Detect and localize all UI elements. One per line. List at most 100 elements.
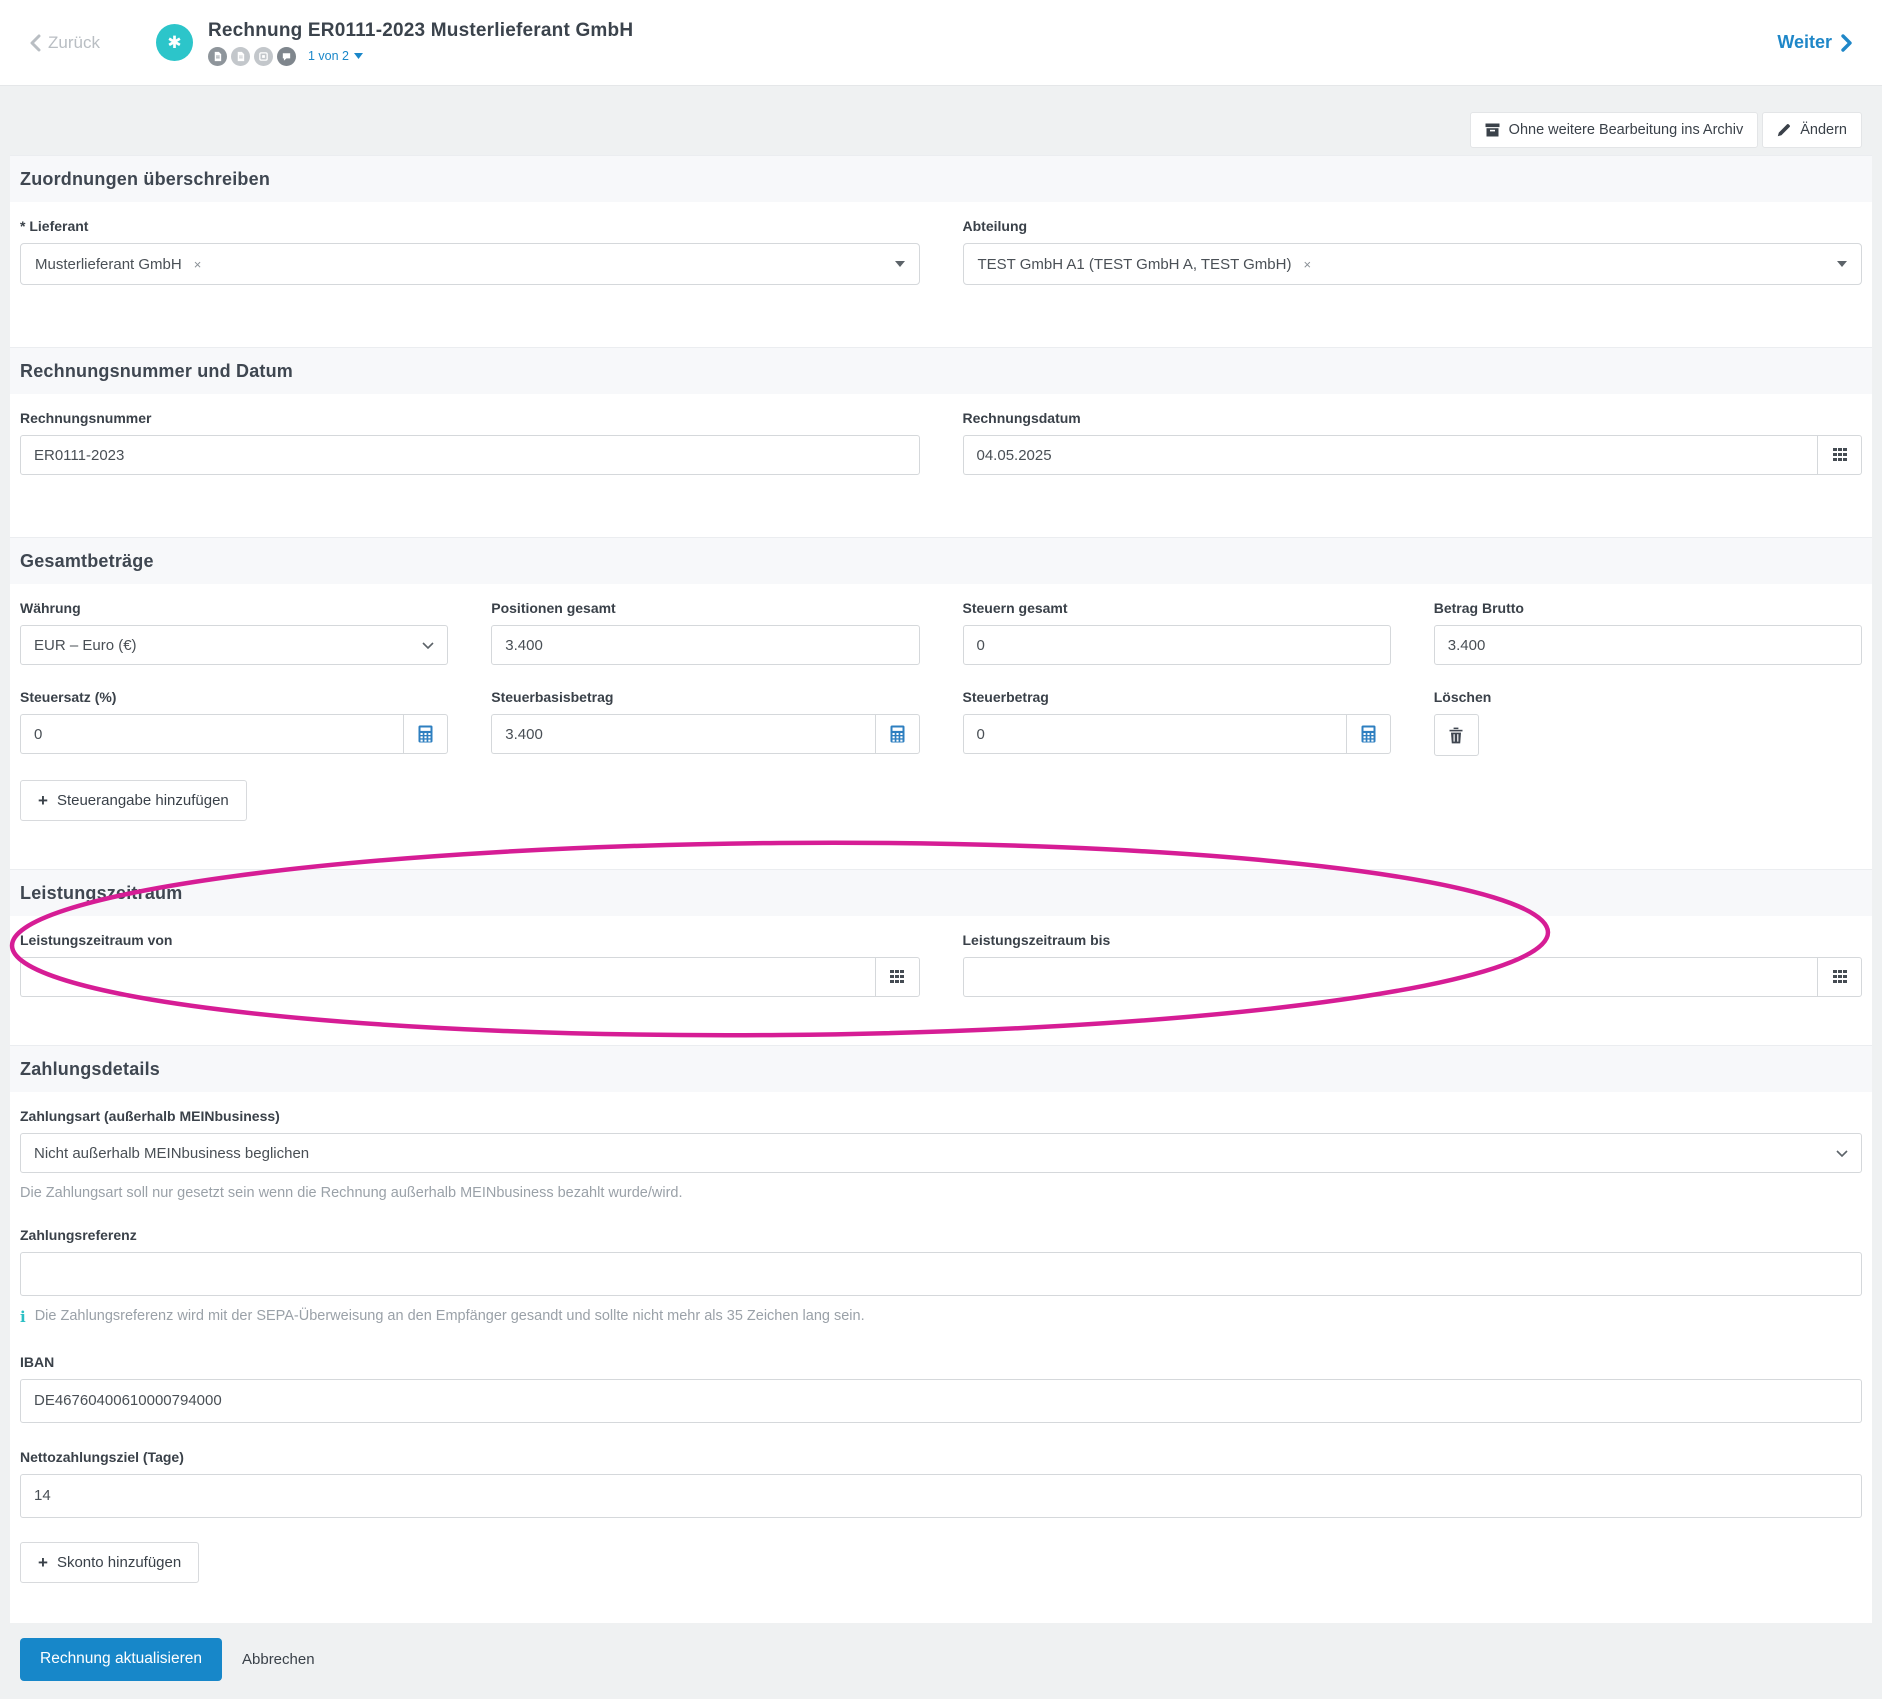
period-to-label: Leistungszeitraum bis bbox=[962, 932, 1111, 948]
payment-reference-info: Die Zahlungsreferenz wird mit der SEPA-Ü… bbox=[34, 1308, 865, 1324]
note-icon[interactable] bbox=[230, 46, 250, 66]
currency-select[interactable]: EUR – Euro (€) bbox=[20, 625, 449, 665]
calculator-icon bbox=[1361, 725, 1376, 743]
section-totals-content: Währung EUR – Euro (€) Positionen gesamt… bbox=[10, 584, 1872, 869]
pencil-icon bbox=[1778, 124, 1791, 137]
tax-base-field: Steuerbasisbetrag bbox=[491, 689, 920, 756]
invoice-date-picker-button[interactable] bbox=[1817, 435, 1862, 475]
iban-input[interactable] bbox=[20, 1378, 1862, 1423]
add-tax-label: Steuerangabe hinzufügen bbox=[56, 792, 229, 809]
comment-icon[interactable] bbox=[276, 46, 296, 66]
next-button[interactable]: Weiter bbox=[1777, 32, 1852, 53]
gross-amount-field: Betrag Brutto bbox=[1433, 600, 1862, 665]
title-icon-row: 1 von 2 bbox=[207, 46, 633, 66]
payment-method-label: Zahlungsart (außerhalb MEINbusiness) bbox=[20, 1108, 280, 1124]
tax-amount-label: Steuerbetrag bbox=[962, 689, 1049, 705]
edit-button[interactable]: Ändern bbox=[1762, 112, 1862, 148]
taxes-total-input[interactable] bbox=[962, 625, 1391, 665]
back-button[interactable]: Zurück bbox=[30, 33, 100, 53]
section-assignments-content: * Lieferant Musterlieferant GmbH × Abtei… bbox=[10, 202, 1872, 347]
tax-rate-field: Steuersatz (%) bbox=[20, 689, 449, 756]
invoice-number-input[interactable] bbox=[20, 435, 920, 475]
department-value: TEST GmbH A1 (TEST GmbH A, TEST GmbH) bbox=[977, 255, 1292, 273]
update-invoice-button[interactable]: Rechnung aktualisieren bbox=[20, 1637, 222, 1681]
payment-method-select[interactable]: Nicht außerhalb MEINbusiness beglichen bbox=[20, 1133, 1862, 1173]
bill-icon[interactable] bbox=[253, 46, 273, 66]
department-select[interactable]: TEST GmbH A1 (TEST GmbH A, TEST GmbH) × bbox=[962, 243, 1862, 285]
department-label: Abteilung bbox=[962, 218, 1028, 234]
archive-icon bbox=[1485, 123, 1500, 137]
archive-button[interactable]: Ohne weitere Bearbeitung ins Archiv bbox=[1469, 112, 1759, 148]
tax-rate-calc-button[interactable] bbox=[403, 714, 449, 754]
payment-reference-label: Zahlungsreferenz bbox=[20, 1227, 137, 1243]
period-from-picker-button[interactable] bbox=[874, 957, 920, 997]
tax-rate-input[interactable] bbox=[20, 714, 404, 754]
net-days-input[interactable] bbox=[20, 1473, 1862, 1518]
delete-tax-label: Löschen bbox=[1433, 689, 1492, 705]
supplier-select[interactable]: Musterlieferant GmbH × bbox=[20, 243, 920, 285]
iban-field: IBAN bbox=[20, 1354, 1862, 1423]
taxes-total-label: Steuern gesamt bbox=[962, 600, 1068, 616]
invoice-date-input[interactable] bbox=[962, 435, 1817, 475]
select-chevron-icon bbox=[1836, 1149, 1848, 1157]
positions-total-field: Positionen gesamt bbox=[491, 600, 920, 665]
section-totals-header: Gesamtbeträge bbox=[10, 537, 1872, 584]
section-payment-header: Zahlungsdetails bbox=[10, 1045, 1872, 1092]
delete-tax-button[interactable] bbox=[1433, 714, 1479, 756]
net-days-field: Nettozahlungsziel (Tage) bbox=[20, 1449, 1862, 1518]
payment-method-field: Zahlungsart (außerhalb MEINbusiness) Nic… bbox=[20, 1108, 1862, 1201]
period-from-field: Leistungszeitraum von bbox=[20, 932, 920, 997]
title-block: Rechnung ER0111-2023 Musterlieferant Gmb… bbox=[207, 19, 634, 66]
period-to-picker-button[interactable] bbox=[1817, 957, 1862, 997]
period-from-label: Leistungszeitraum von bbox=[20, 932, 173, 948]
tax-base-calc-button[interactable] bbox=[874, 714, 920, 754]
page-title: Rechnung ER0111-2023 Musterlieferant Gmb… bbox=[207, 19, 634, 41]
payment-method-help: Die Zahlungsart soll nur gesetzt sein we… bbox=[20, 1185, 683, 1201]
calendar-grid-icon bbox=[890, 970, 904, 983]
section-invoice-title: Rechnungsnummer und Datum bbox=[20, 361, 294, 381]
pager-label: 1 von 2 bbox=[307, 49, 349, 63]
add-discount-button[interactable]: + Skonto hinzufügen bbox=[20, 1541, 200, 1583]
form-card: Zuordnungen überschreiben * Lieferant Mu… bbox=[9, 155, 1872, 1623]
edit-label: Ändern bbox=[1800, 122, 1847, 138]
currency-field: Währung EUR – Euro (€) bbox=[20, 600, 449, 665]
section-invoice-header: Rechnungsnummer und Datum bbox=[10, 347, 1872, 394]
supplier-remove-icon[interactable]: × bbox=[194, 257, 202, 272]
tax-rate-label: Steuersatz (%) bbox=[20, 689, 117, 705]
tax-amount-calc-button[interactable] bbox=[1345, 714, 1391, 754]
trash-icon bbox=[1449, 727, 1463, 743]
document-icon[interactable] bbox=[207, 46, 227, 66]
period-to-field: Leistungszeitraum bis bbox=[962, 932, 1862, 997]
tax-base-label: Steuerbasisbetrag bbox=[491, 689, 614, 705]
chevron-left-icon bbox=[30, 34, 41, 51]
payment-reference-input[interactable] bbox=[20, 1252, 1862, 1296]
tax-base-input[interactable] bbox=[491, 714, 875, 754]
calculator-icon bbox=[418, 725, 433, 743]
back-label: Zurück bbox=[48, 32, 100, 52]
cancel-button[interactable]: Abbrechen bbox=[242, 1651, 315, 1668]
delete-tax-field: Löschen bbox=[1433, 689, 1862, 756]
department-remove-icon[interactable]: × bbox=[1303, 257, 1311, 272]
dropdown-caret-icon bbox=[1837, 261, 1847, 267]
page-selector[interactable]: 1 von 2 bbox=[308, 49, 363, 63]
period-from-input[interactable] bbox=[20, 957, 875, 997]
actions-row: Ohne weitere Bearbeitung ins Archiv Ände… bbox=[0, 86, 1882, 155]
tax-amount-input[interactable] bbox=[962, 714, 1346, 754]
info-icon: i bbox=[20, 1308, 26, 1326]
select-chevron-icon bbox=[422, 641, 434, 649]
payment-reference-info-row: i Die Zahlungsreferenz wird mit der SEPA… bbox=[20, 1308, 1862, 1328]
net-days-label: Nettozahlungsziel (Tage) bbox=[20, 1448, 184, 1465]
add-discount-label: Skonto hinzufügen bbox=[56, 1553, 182, 1571]
chevron-right-icon bbox=[1841, 33, 1852, 52]
invoice-number-field: Rechnungsnummer bbox=[20, 410, 920, 475]
tax-amount-field: Steuerbetrag bbox=[962, 689, 1391, 756]
supplier-label: * Lieferant bbox=[20, 218, 89, 234]
add-tax-button[interactable]: + Steuerangabe hinzufügen bbox=[20, 780, 247, 821]
calendar-grid-icon bbox=[1832, 970, 1847, 983]
gross-amount-input[interactable] bbox=[1433, 625, 1862, 665]
supplier-value: Musterlieferant GmbH bbox=[35, 255, 182, 273]
positions-total-input[interactable] bbox=[491, 625, 920, 665]
archive-label: Ohne weitere Bearbeitung ins Archiv bbox=[1508, 122, 1744, 138]
invoice-date-label: Rechnungsdatum bbox=[962, 410, 1081, 426]
period-to-input[interactable] bbox=[962, 957, 1817, 997]
